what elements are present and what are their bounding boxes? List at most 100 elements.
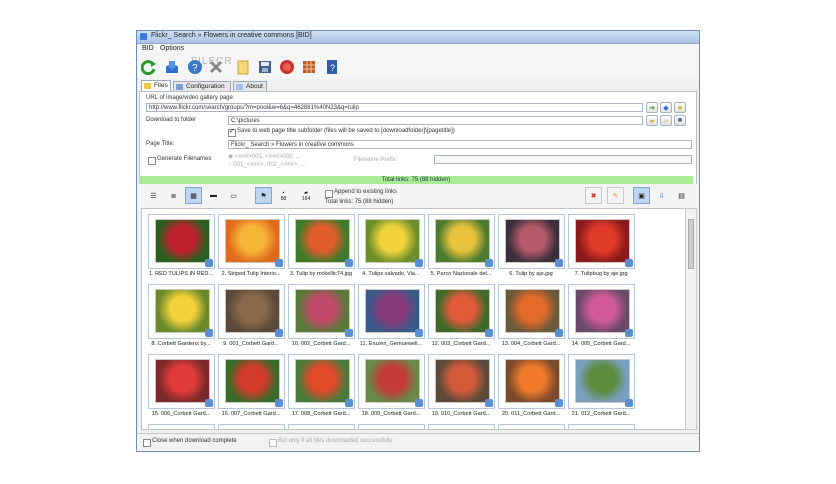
thumbnail-item[interactable] xyxy=(358,354,425,409)
count-b-button[interactable]: ▰ 164 xyxy=(295,187,317,204)
thumbnail-item[interactable] xyxy=(428,284,495,339)
thumbnail-item-partial[interactable] xyxy=(358,424,425,429)
thumbnail-item[interactable] xyxy=(148,354,215,409)
thumbnail-item[interactable] xyxy=(568,214,635,269)
app-icon xyxy=(140,33,147,40)
clipboard-button[interactable] xyxy=(234,58,252,76)
folder-icon xyxy=(144,83,151,89)
thumbnail-item[interactable] xyxy=(498,354,565,409)
thumbnail-image xyxy=(295,289,350,333)
link-icon xyxy=(555,259,563,267)
tab-configuration[interactable]: Configuration xyxy=(173,81,231,91)
thumbnail-item[interactable] xyxy=(218,214,285,269)
thumbnail-caption: 20. 011_Corbett Gard... xyxy=(501,411,561,417)
thumbnail-item[interactable] xyxy=(428,214,495,269)
thumbnail-image xyxy=(435,359,490,403)
preview-button[interactable]: ▣ xyxy=(633,187,650,204)
stop-button[interactable] xyxy=(207,58,225,76)
menu-bid[interactable]: BID xyxy=(142,45,154,52)
thumbnail-item-partial[interactable] xyxy=(568,424,635,429)
thumbnail-caption: 19. 010_Corbett Gard... xyxy=(431,411,491,417)
thumbnail-item-partial[interactable] xyxy=(148,424,215,429)
menu-options[interactable]: Options xyxy=(160,45,184,52)
thumbnail-item[interactable] xyxy=(148,284,215,339)
clipboard-icon xyxy=(237,60,249,75)
folder-field[interactable]: C:\pictures xyxy=(228,116,643,125)
generate-filenames-checkbox[interactable] xyxy=(148,157,156,165)
thumbnail-item-partial[interactable] xyxy=(428,424,495,429)
go-button[interactable]: ➜ xyxy=(646,102,658,113)
browse-folder-button[interactable]: ▰ xyxy=(646,115,658,126)
url-field[interactable]: http://www.flickr.com/search/groups/?m=p… xyxy=(146,103,643,112)
vertical-scrollbar[interactable] xyxy=(685,208,697,430)
thumbnail-image xyxy=(295,219,350,263)
thumbnail-item[interactable] xyxy=(288,354,355,409)
append-checkbox[interactable] xyxy=(325,190,333,198)
browser-button[interactable]: ◆ xyxy=(660,102,672,113)
thumbnail-caption: 9. 001_Corbett Gard... xyxy=(223,341,279,347)
bookmark-button[interactable]: ★ xyxy=(674,102,686,113)
about-icon xyxy=(236,84,243,90)
thumbnail-image xyxy=(155,359,210,403)
thumbnail-item[interactable] xyxy=(568,284,635,339)
radio-option-2[interactable]: ○ 001_<###>, 002_<###>, ... xyxy=(228,162,306,168)
thumbnail-caption: 11. Eruzen_Gemuewell... xyxy=(359,341,423,347)
thumbnail-item[interactable] xyxy=(428,354,495,409)
thumbnail-item[interactable] xyxy=(358,284,425,339)
grid-button[interactable] xyxy=(300,58,318,76)
view-details-button[interactable]: ≣ xyxy=(165,187,182,204)
view-large-button[interactable]: ▭ xyxy=(225,187,242,204)
folder-save-button[interactable]: ■ xyxy=(674,115,686,126)
save-button[interactable] xyxy=(256,58,274,76)
close-when-complete-checkbox[interactable] xyxy=(143,439,151,447)
thumbnail-caption: 13. 004_Corbett Gard... xyxy=(501,341,561,347)
download-button[interactable] xyxy=(163,58,181,76)
only-if-success-label: But only if all files downloaded success… xyxy=(278,438,393,444)
tab-about[interactable]: About xyxy=(233,81,267,91)
refresh-button[interactable] xyxy=(140,58,158,76)
filter-button[interactable]: ⚑ xyxy=(255,187,272,204)
thumbnail-item[interactable] xyxy=(288,284,355,339)
save-icon xyxy=(259,61,271,73)
prefix-field[interactable] xyxy=(434,155,692,164)
folder-options-button[interactable]: ▱ xyxy=(660,115,672,126)
thumbnail-caption: 12. 003_Corbett Gard... xyxy=(431,341,491,347)
record-button[interactable] xyxy=(278,58,296,76)
total-links-label: Total links: 75 (88 hidden) xyxy=(325,199,394,205)
thumbnail-item[interactable] xyxy=(358,214,425,269)
view-toolbar: ☰ ≣ ▦ ▬ ▭ ⚑ ▪ 88 ▰ 164 Append to existing … xyxy=(139,184,697,208)
remove-button[interactable]: ✖ xyxy=(585,187,602,204)
info-button[interactable]: ? xyxy=(323,58,341,76)
window-button[interactable]: ▤ xyxy=(673,187,690,204)
radio-option-2-label: 001_<###>, 002_<###>, ... xyxy=(233,162,306,168)
scrollbar-thumb[interactable] xyxy=(688,219,694,269)
download-selected-button[interactable]: ⇩ xyxy=(653,187,670,204)
thumbnail-item[interactable] xyxy=(498,284,565,339)
thumbnail-item-partial[interactable] xyxy=(218,424,285,429)
help-button[interactable]: ? xyxy=(186,58,204,76)
thumbnail-item[interactable] xyxy=(148,214,215,269)
thumbnail-item-partial[interactable] xyxy=(288,424,355,429)
subfolder-checkbox[interactable] xyxy=(228,127,236,137)
thumbnail-image xyxy=(435,289,490,333)
count-a-button[interactable]: ▪ 88 xyxy=(275,187,292,204)
thumbnail-item[interactable] xyxy=(218,284,285,339)
help-icon: ? xyxy=(188,60,202,74)
thumbnail-image xyxy=(155,219,210,263)
thumbnail-item-partial[interactable] xyxy=(498,424,565,429)
thumbnail-item[interactable] xyxy=(288,214,355,269)
thumbnail-item[interactable] xyxy=(568,354,635,409)
only-if-success-checkbox[interactable] xyxy=(269,439,277,447)
thumbnail-item[interactable] xyxy=(498,214,565,269)
view-small-button[interactable]: ▬ xyxy=(205,187,222,204)
page-title-field[interactable]: Flickr_ Search » Flowers in creative com… xyxy=(228,140,692,149)
radio-option-1[interactable]: ◉ <###>001, <###>002, ... xyxy=(228,153,301,160)
edit-button[interactable]: ✎ xyxy=(607,187,624,204)
list-icon: ☰ xyxy=(150,192,157,200)
link-icon xyxy=(275,399,283,407)
thumbnail-item[interactable] xyxy=(218,354,285,409)
view-list-button[interactable]: ☰ xyxy=(145,187,162,204)
edit-icon: ✎ xyxy=(612,192,619,200)
view-thumbnails-button[interactable]: ▦ xyxy=(185,187,202,204)
tab-files[interactable]: Files xyxy=(141,80,171,91)
